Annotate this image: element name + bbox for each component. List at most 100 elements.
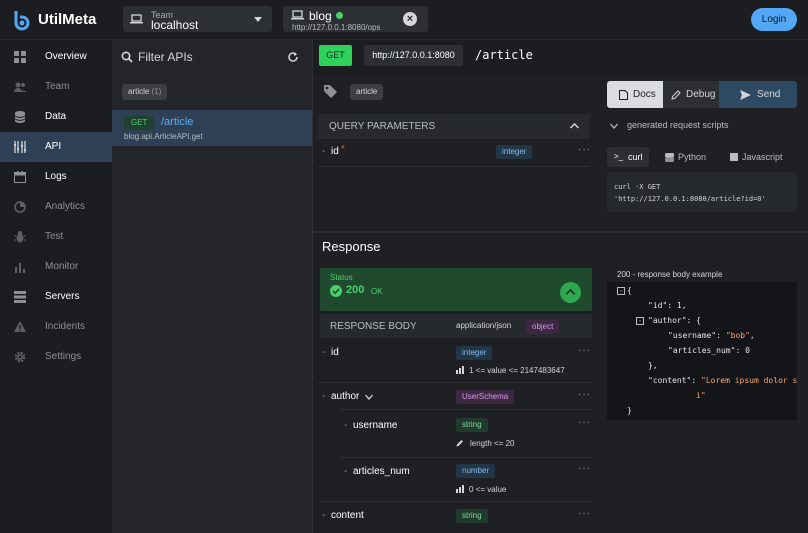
field-dash: - [344, 420, 348, 431]
sidebar-item-test[interactable]: Test [0, 222, 112, 252]
monitor-icon [15, 263, 25, 273]
terminal-icon: >_ [614, 152, 624, 161]
divider [313, 231, 808, 233]
json-line: "username": "bob", [668, 331, 755, 340]
warning-icon [14, 321, 26, 332]
query-params-header[interactable]: QUERY PARAMETERS [318, 114, 590, 139]
sidebar-item-settings[interactable]: Settings [0, 342, 112, 372]
check-circle-icon [330, 285, 342, 297]
range-icon [456, 485, 464, 493]
code-block: curl -X GET 'http://127.0.0.1:8080/artic… [607, 172, 797, 212]
field-name: content [331, 510, 364, 521]
servers-icon [14, 291, 26, 303]
online-status-dot [336, 12, 343, 19]
sidebar-item-api[interactable]: API [0, 132, 112, 162]
sidebar-item-label: Monitor [45, 261, 79, 272]
utilmeta-logo-icon [14, 11, 30, 31]
field-type: string [456, 509, 488, 523]
sidebar-item-label: Logs [45, 171, 67, 182]
team-selector[interactable]: Team localhost [123, 6, 272, 32]
field-constraint: 0 <= value [469, 485, 507, 494]
sidebar-item-analytics[interactable]: Analytics [0, 192, 112, 222]
example-title: 200 - response body example [617, 270, 723, 279]
document-icon [619, 90, 628, 100]
chevron-down-icon[interactable] [365, 394, 373, 400]
bug-icon [14, 231, 26, 243]
status-panel[interactable]: Status 200 OK [320, 268, 592, 311]
javascript-icon [730, 153, 738, 161]
send-button[interactable]: Send [719, 81, 797, 108]
project-tab[interactable]: blog http://127.0.0.1:8080/ops × [283, 6, 428, 32]
more-icon[interactable]: ··· [578, 345, 591, 356]
divider [318, 166, 590, 167]
sidebar-item-overview[interactable]: Overview [0, 42, 112, 72]
sidebar: Overview Team Data API Logs Analytics Te… [0, 40, 112, 533]
api-path: /article [161, 116, 194, 128]
chevron-down-icon[interactable] [610, 123, 618, 129]
sidebar-item-label: Servers [45, 291, 80, 302]
docs-button[interactable]: Docs [607, 81, 663, 108]
collapse-toggle[interactable]: - [617, 287, 625, 295]
json-line: "id": 1, [648, 301, 687, 310]
base-url: http://127.0.0.1:8080 [364, 45, 463, 66]
range-icon [456, 366, 464, 374]
pencil-icon [671, 90, 681, 100]
more-icon[interactable]: ··· [578, 463, 591, 474]
tab-python[interactable]: Python [663, 147, 713, 167]
tab-label: curl [628, 152, 643, 162]
refresh-icon[interactable] [287, 51, 299, 63]
database-icon [14, 111, 26, 123]
collapse-button[interactable] [560, 282, 581, 303]
sidebar-item-label: Overview [45, 51, 87, 62]
chevron-up-icon [570, 123, 579, 129]
sidebar-item-team[interactable]: Team [0, 72, 112, 102]
tag-name: article [128, 87, 150, 96]
python-icon [665, 153, 674, 162]
chevron-down-icon [254, 17, 262, 22]
login-button[interactable]: Login [751, 8, 797, 31]
sidebar-item-monitor[interactable]: Monitor [0, 252, 112, 282]
field-constraint: length <= 20 [470, 439, 515, 448]
tag-icon [324, 85, 337, 98]
json-line: "content": "Lorem ipsum dolor s [648, 376, 798, 385]
tag-count: (1) [151, 87, 162, 96]
endpoint-header: GET http://127.0.0.1:8080 /article [313, 40, 808, 74]
response-body-header: RESPONSE BODY application/json object [320, 314, 592, 338]
sidebar-item-incidents[interactable]: Incidents [0, 312, 112, 342]
field-dash: - [322, 146, 326, 157]
close-icon[interactable]: × [403, 12, 417, 26]
field-name: articles_num [353, 466, 410, 477]
collapse-toggle[interactable]: - [636, 317, 644, 325]
api-list-item[interactable]: GET /article blog.api.ArticleAPI.get [112, 110, 312, 146]
sidebar-item-label: Data [45, 111, 67, 122]
method-badge: GET [319, 45, 352, 66]
json-line: "articles_num": 0 [668, 346, 750, 355]
tab-curl[interactable]: >_ curl [607, 147, 649, 167]
body-type: object [526, 320, 560, 334]
tab-javascript[interactable]: Javascript [727, 147, 791, 167]
more-icon[interactable]: ··· [578, 508, 591, 519]
status-code: 200 [346, 284, 365, 296]
sidebar-item-servers[interactable]: Servers [0, 282, 112, 312]
team-value: localhost [151, 18, 199, 32]
divider [318, 382, 592, 383]
more-icon[interactable]: ··· [578, 389, 591, 400]
debug-label: Debug [686, 89, 716, 100]
more-icon[interactable]: ··· [578, 144, 591, 155]
laptop-icon [130, 14, 143, 24]
overview-icon [14, 51, 26, 63]
filter-apis-input[interactable]: Filter APIs [138, 50, 193, 64]
sidebar-item-logs[interactable]: Logs [0, 162, 112, 192]
more-icon[interactable]: ··· [578, 417, 591, 428]
tag-filter-article[interactable]: article (1) [122, 84, 168, 100]
query-params-title: QUERY PARAMETERS [329, 121, 436, 132]
debug-button[interactable]: Debug [663, 81, 719, 108]
sidebar-item-data[interactable]: Data [0, 102, 112, 132]
team-icon [14, 82, 26, 92]
field-name: username [353, 420, 398, 431]
pencil-icon [456, 440, 463, 447]
json-line: }, [648, 361, 658, 370]
scripts-title[interactable]: generated request scripts [627, 120, 729, 130]
search-icon [121, 51, 133, 63]
sidebar-item-label: Incidents [45, 321, 86, 332]
